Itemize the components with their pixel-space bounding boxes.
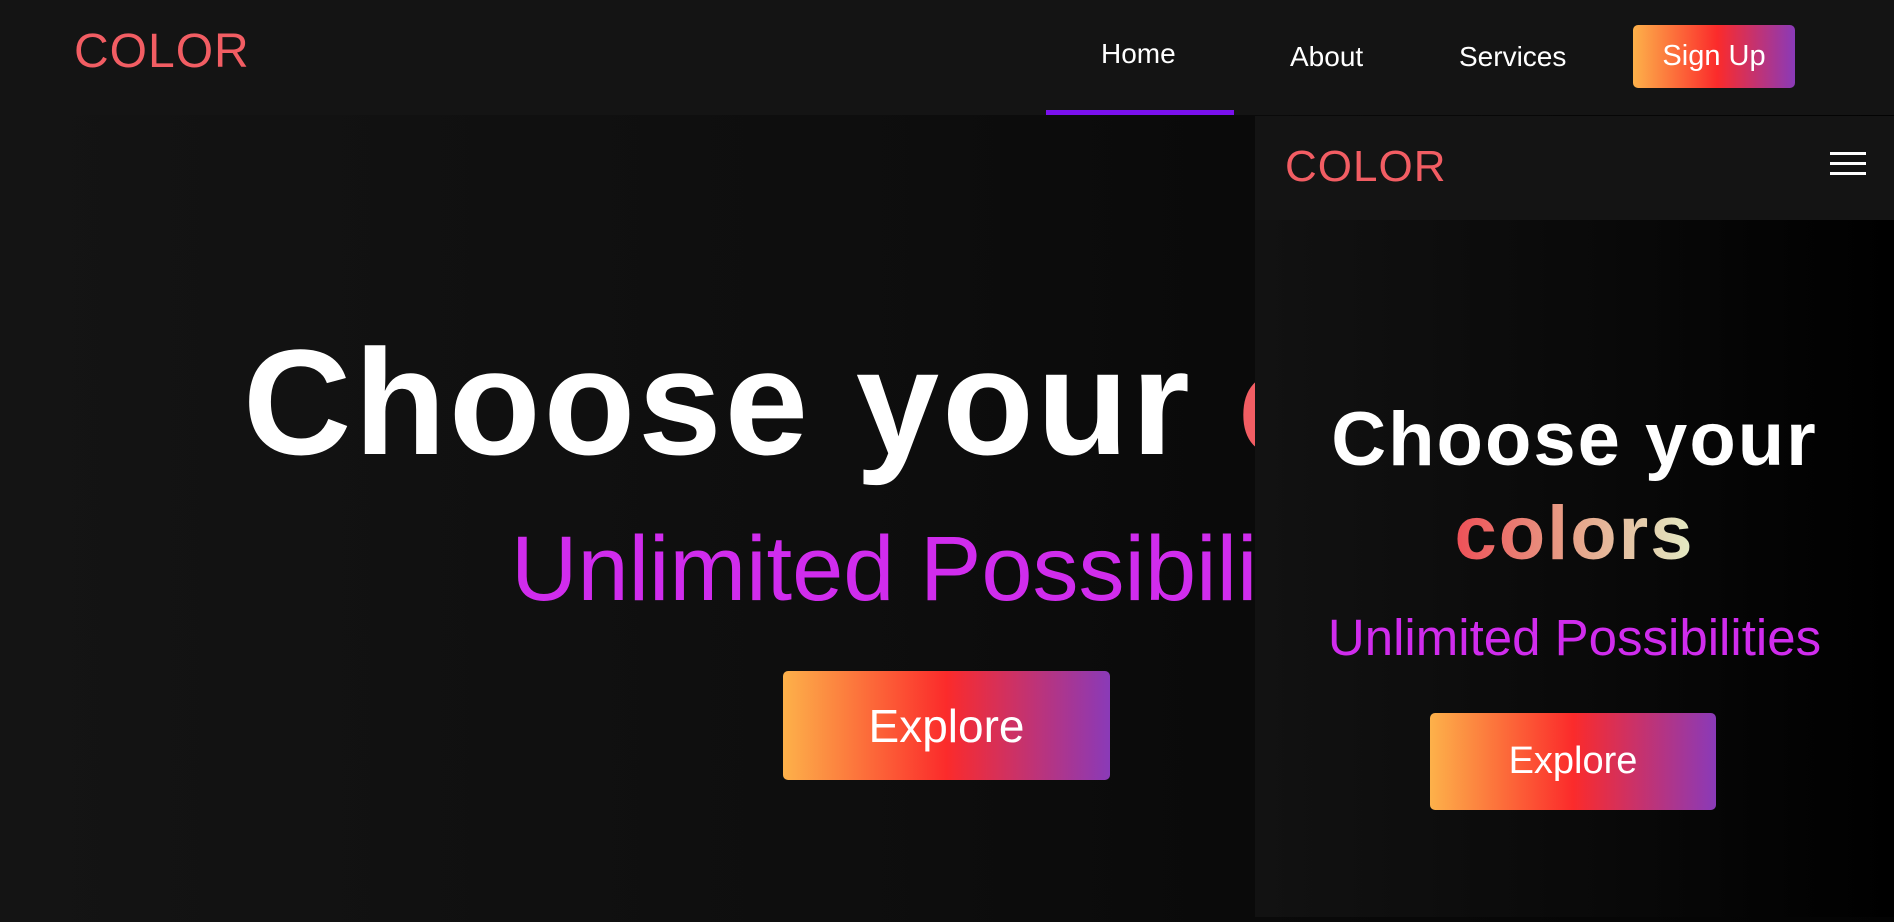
nav-link-home[interactable]: Home — [1101, 40, 1176, 68]
navbar: COLOR Home About Services Sign Up — [0, 0, 1894, 116]
mobile-explore-button[interactable]: Explore — [1430, 713, 1716, 810]
mobile-hero-subtitle: Unlimited Possibilities — [1327, 609, 1822, 666]
mobile-hero-title-accent: colors — [1454, 491, 1695, 576]
hero-title: Choose your c — [243, 327, 1324, 477]
nav-link-services[interactable]: Services — [1459, 43, 1566, 71]
mobile-hero-title-line2: colors — [1255, 496, 1894, 572]
signup-button[interactable]: Sign Up — [1633, 25, 1795, 88]
hamburger-icon[interactable] — [1830, 148, 1866, 178]
mobile-hero-title-line1: Choose your — [1331, 397, 1818, 482]
hero-subtitle: Unlimited Possibilit — [511, 518, 1284, 620]
hero-title-prefix: Choose your — [243, 318, 1238, 486]
logo[interactable]: COLOR — [74, 28, 250, 76]
explore-button[interactable]: Explore — [783, 671, 1110, 780]
mobile-navbar: COLOR — [1255, 116, 1894, 220]
nav-link-about[interactable]: About — [1290, 43, 1363, 71]
mobile-preview: COLOR Choose your colors Unlimited Possi… — [1255, 116, 1894, 917]
mobile-logo[interactable]: COLOR — [1285, 145, 1446, 189]
